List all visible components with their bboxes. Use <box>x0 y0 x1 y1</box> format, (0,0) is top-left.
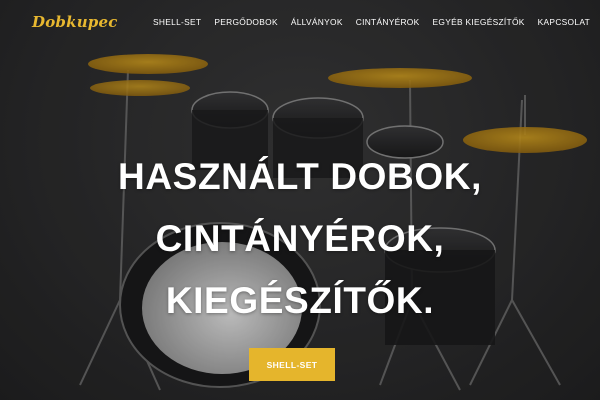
navbar: Dobkupec SHELL-SET PERGŐDOBOK ÁLLVÁNYOK … <box>0 0 600 46</box>
nav-item-shell-set[interactable]: SHELL-SET <box>153 17 201 27</box>
nav-item-kapcsolat[interactable]: KAPCSOLAT <box>538 17 590 27</box>
headline-line-1: HASZNÁLT DOBOK, <box>118 156 482 197</box>
nav-item-cintanyerok[interactable]: CINTÁNYÉROK <box>356 17 420 27</box>
nav-menu: SHELL-SET PERGŐDOBOK ÁLLVÁNYOK CINTÁNYÉR… <box>153 17 600 27</box>
shell-set-button[interactable]: SHELL-SET <box>249 348 335 381</box>
site-logo[interactable]: Dobkupec <box>32 13 118 31</box>
headline-line-3: KIEGÉSZÍTŐK. <box>165 280 435 321</box>
nav-item-allvanyok[interactable]: ÁLLVÁNYOK <box>291 17 343 27</box>
nav-item-pergodobok[interactable]: PERGŐDOBOK <box>214 17 278 27</box>
headline-line-2: CINTÁNYÉROK, <box>155 218 445 259</box>
hero-headline: HASZNÁLT DOBOK, CINTÁNYÉROK, KIEGÉSZÍTŐK… <box>0 146 600 332</box>
nav-item-egyeb-kiegeszitok[interactable]: EGYÉB KIEGÉSZÍTŐK <box>433 17 525 27</box>
